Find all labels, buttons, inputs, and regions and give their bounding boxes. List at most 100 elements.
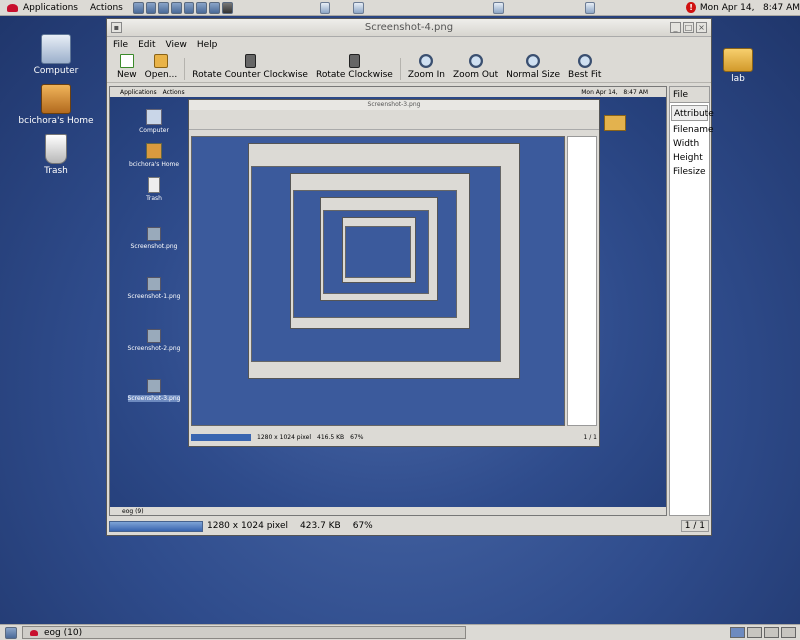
nested-view-2 xyxy=(251,166,501,362)
maximize-button[interactable]: □ xyxy=(683,22,694,33)
best-fit-button[interactable]: Best Fit xyxy=(564,54,605,82)
menu-edit[interactable]: Edit xyxy=(138,40,155,50)
impress-launcher-icon[interactable] xyxy=(170,1,182,14)
inner-home-icon xyxy=(146,143,162,159)
toolbar-separator xyxy=(184,58,186,80)
inner-lab-folder-icon xyxy=(604,115,626,131)
applications-menu[interactable]: Applications xyxy=(0,3,82,13)
attribute-width: Width xyxy=(673,139,700,149)
open-label: Open... xyxy=(144,70,178,80)
attribute-column-header[interactable]: Attribute xyxy=(671,105,714,121)
inner-status-zoom: 67% xyxy=(350,433,364,441)
status-dimensions: 1280 x 1024 pixel xyxy=(207,521,289,531)
notification-icon-4[interactable] xyxy=(584,1,596,14)
status-size: 423.7 KB xyxy=(300,521,341,531)
inner-screenshot-2-label: Screenshot-2.png xyxy=(127,345,181,352)
email-launcher-icon[interactable] xyxy=(145,1,157,14)
update-alert-icon[interactable]: ! xyxy=(686,2,696,13)
actions-label: Actions xyxy=(89,2,123,13)
new-label: New xyxy=(117,70,137,80)
nested-view-3 xyxy=(293,190,457,318)
status-zoom: 67% xyxy=(352,521,373,531)
desktop-computer[interactable]: Computer xyxy=(16,34,96,76)
inner-image-file-icon xyxy=(147,277,161,291)
rotate-cw-icon xyxy=(348,54,360,68)
desktop-home[interactable]: bcichora's Home xyxy=(16,84,96,126)
browser-launcher-icon[interactable] xyxy=(132,1,144,14)
desktop-computer-label: Computer xyxy=(33,66,79,76)
writer-launcher-icon[interactable] xyxy=(158,1,169,14)
inner-status-page: 1 / 1 xyxy=(583,433,597,441)
statusbar: 1280 x 1024 pixel 423.7 KB 67% 1 / 1 xyxy=(109,519,709,533)
rotate-ccw-button[interactable]: Rotate Counter Clockwise xyxy=(188,54,312,82)
inner-computer-label: Computer xyxy=(139,127,169,134)
open-button[interactable]: Open... xyxy=(141,54,182,82)
notification-icon-1[interactable] xyxy=(319,1,331,14)
camera-launcher-icon[interactable] xyxy=(221,1,233,14)
clock[interactable]: Mon Apr 14, 8:47 AM xyxy=(700,3,800,13)
actions-menu[interactable]: Actions xyxy=(86,3,127,13)
nested-window-5 xyxy=(342,217,416,283)
attribute-filesize: Filesize xyxy=(673,167,706,177)
desktop-home-label: bcichora's Home xyxy=(18,116,94,126)
image-view[interactable]: Applications Actions Mon Apr 14, 8:47 AM… xyxy=(109,86,667,516)
notification-icon-3[interactable] xyxy=(492,1,504,14)
rotate-cw-button[interactable]: Rotate Clockwise xyxy=(312,54,397,82)
desktop-trash[interactable]: Trash xyxy=(16,134,96,176)
new-icon xyxy=(119,54,134,68)
window-titlebar[interactable]: ▪ Screenshot-4.png _ □ × xyxy=(107,19,711,37)
menu-file[interactable]: File xyxy=(113,40,128,50)
normal-size-icon xyxy=(526,54,541,68)
inner-applications-label: Applications xyxy=(120,88,157,96)
properties-panel: File Attribute Filename Width Height Fil… xyxy=(669,86,714,516)
nested-window-3 xyxy=(290,173,470,329)
window-menu-icon[interactable]: ▪ xyxy=(111,22,122,33)
applications-label: Applications xyxy=(23,2,78,13)
inner-progress xyxy=(191,433,251,441)
inner-desktop-screenshot-3: Screenshot-3.png xyxy=(124,379,184,402)
zoom-out-icon xyxy=(468,54,483,68)
show-desktop-icon[interactable] xyxy=(5,627,17,639)
redhat-icon xyxy=(7,3,18,12)
zoom-out-label: Zoom Out xyxy=(453,70,499,80)
calc-launcher-icon[interactable] xyxy=(183,1,195,14)
inner-screenshot-label: Screenshot.png xyxy=(130,243,178,250)
inner-desktop-trash: Trash xyxy=(124,177,184,202)
status-page: 1 / 1 xyxy=(680,520,709,532)
workspace-3[interactable] xyxy=(764,627,779,638)
menubar: File Edit View Help xyxy=(107,37,711,53)
image-viewer-window: ▪ Screenshot-4.png _ □ × File Edit View … xyxy=(106,18,714,536)
zoom-in-label: Zoom In xyxy=(407,70,446,80)
notification-icon-2[interactable] xyxy=(353,1,364,14)
rotate-cw-label: Rotate Clockwise xyxy=(315,70,393,80)
zoom-in-button[interactable]: Zoom In xyxy=(404,54,449,82)
inner-status-size: 416.5 KB xyxy=(317,433,345,441)
workspace-1[interactable] xyxy=(730,627,745,638)
inner-trash-icon xyxy=(148,177,160,193)
zoom-out-button[interactable]: Zoom Out xyxy=(449,54,502,82)
close-button[interactable]: × xyxy=(696,22,707,33)
attribute-filename: Filename xyxy=(673,125,714,135)
inner-desktop-screenshot: Screenshot.png xyxy=(124,227,184,250)
menu-view[interactable]: View xyxy=(166,40,187,50)
inner-image-file-icon xyxy=(147,329,161,343)
rotate-ccw-icon xyxy=(244,54,256,68)
workspace-2[interactable] xyxy=(747,627,762,638)
minimize-button[interactable]: _ xyxy=(670,22,681,33)
attribute-height: Height xyxy=(673,153,703,163)
inner-side-panel xyxy=(567,136,597,426)
menu-help[interactable]: Help xyxy=(197,40,218,50)
best-fit-icon xyxy=(577,54,592,68)
new-button[interactable]: New xyxy=(113,54,141,82)
taskbar-eog-button[interactable]: eog (10) xyxy=(22,626,466,639)
inner-computer-icon xyxy=(146,109,162,125)
normal-size-button[interactable]: Normal Size xyxy=(502,54,564,82)
inner-home-label: bcichora's Home xyxy=(128,161,180,168)
print-launcher-icon[interactable] xyxy=(196,1,208,14)
tool-launcher-icon[interactable] xyxy=(209,1,220,14)
tab-file[interactable]: File xyxy=(670,87,709,103)
workspace-4[interactable] xyxy=(781,627,796,638)
inner-toolbar xyxy=(189,110,599,130)
taskbar-eog-label: eog (10) xyxy=(44,627,83,638)
inner-desktop-home: bcichora's Home xyxy=(124,143,184,168)
